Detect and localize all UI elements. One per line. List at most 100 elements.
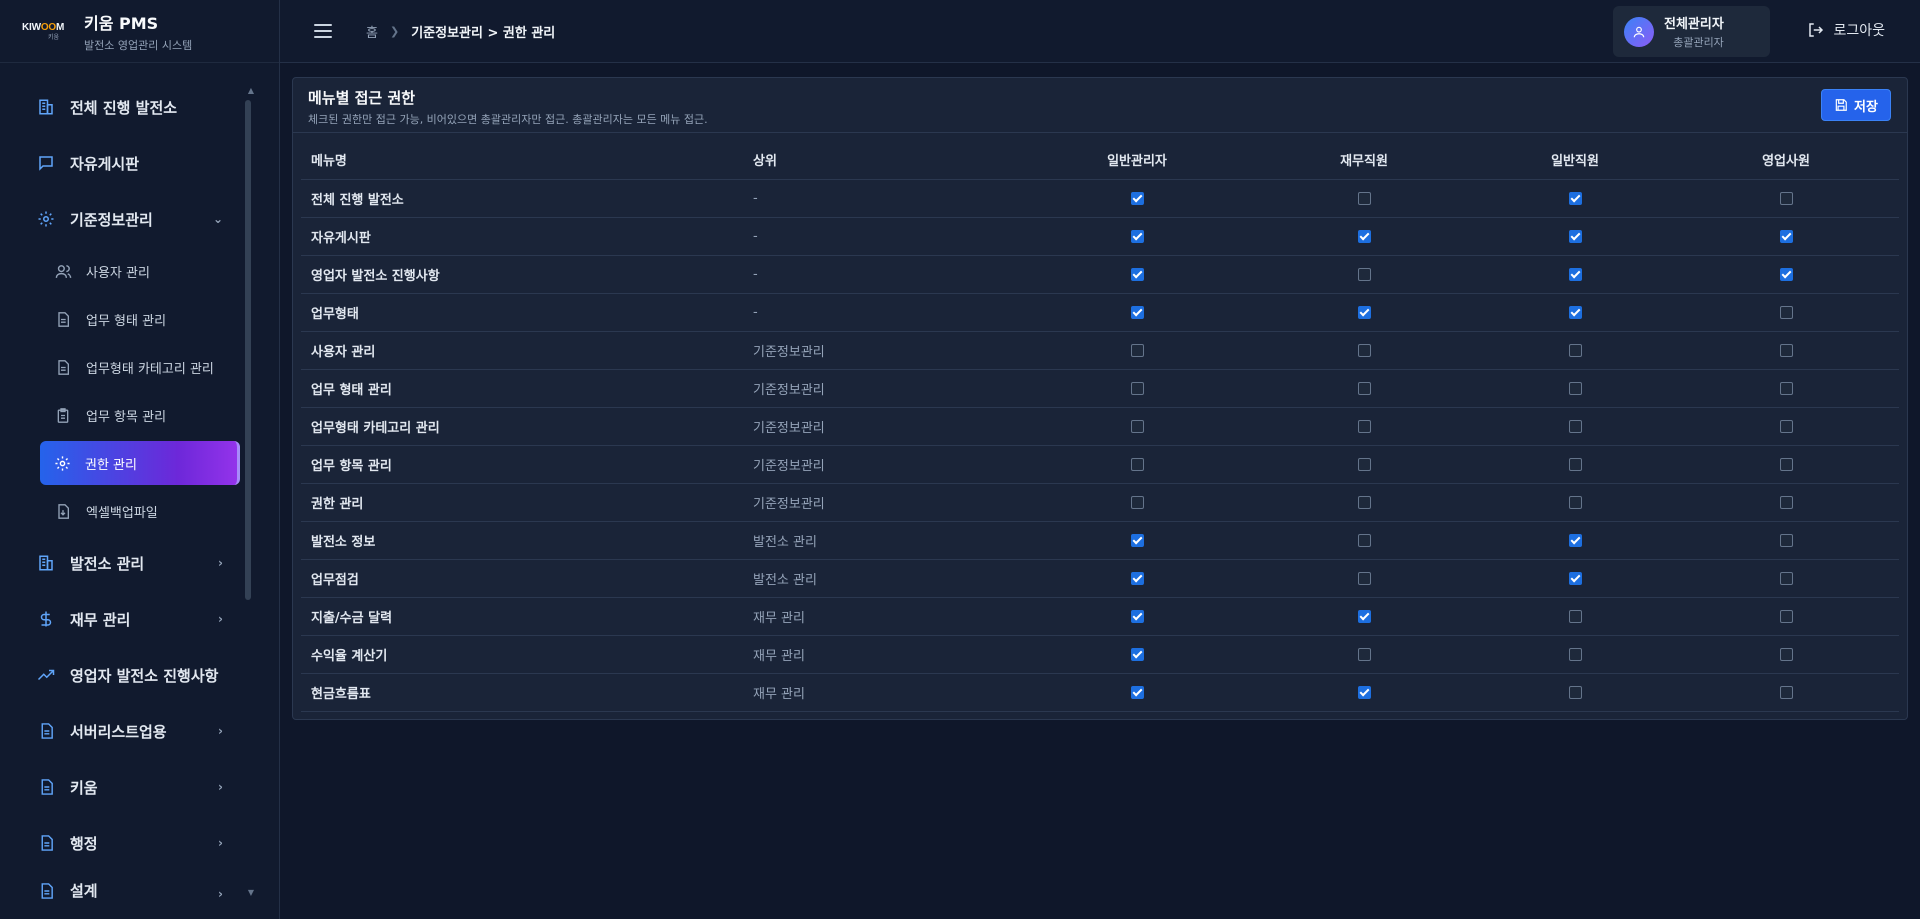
chat-icon	[36, 153, 56, 173]
permission-checkbox[interactable]	[1568, 495, 1582, 509]
permission-checkbox[interactable]	[1130, 647, 1144, 661]
sidebar-item-label: 행정	[70, 834, 98, 853]
permission-checkbox[interactable]	[1568, 419, 1582, 433]
permission-checkbox[interactable]	[1568, 609, 1582, 623]
permission-checkbox[interactable]	[1779, 457, 1793, 471]
permission-checkbox[interactable]	[1779, 305, 1793, 319]
sidebar-item-kiwoom[interactable]: 키움 ›	[0, 759, 245, 815]
permission-checkbox[interactable]	[1779, 609, 1793, 623]
sidebar-item-finance[interactable]: 재무 관리 ›	[0, 591, 245, 647]
breadcrumb-home[interactable]: 홈	[366, 22, 378, 41]
sidebar-subitem-work-items[interactable]: 업무 항목 관리	[0, 391, 245, 439]
sidebar-item-plant-mgmt[interactable]: 발전소 관리 ›	[0, 535, 245, 591]
sidebar-subitem-users[interactable]: 사용자 관리	[0, 247, 245, 295]
menu-toggle-icon[interactable]	[314, 24, 332, 38]
sidebar-scrollbar[interactable]	[245, 100, 251, 600]
sidebar-nav: 전체 진행 발전소 자유게시판 기준정보관리 ⌄ 사용자 관리 업무 형태 관리	[0, 79, 245, 901]
permission-checkbox[interactable]	[1130, 381, 1144, 395]
sidebar-item-server-list[interactable]: 서버리스트업용 ›	[0, 703, 245, 759]
parent-menu-cell: 재무 관리	[743, 635, 1023, 674]
sidebar-item-master-data[interactable]: 기준정보관리 ⌄	[0, 191, 245, 247]
permission-checkbox[interactable]	[1357, 381, 1371, 395]
permission-checkbox[interactable]	[1779, 419, 1793, 433]
save-icon	[1834, 98, 1848, 112]
permission-checkbox[interactable]	[1130, 229, 1144, 243]
scroll-up-arrow-icon[interactable]: ▲	[248, 86, 254, 95]
breadcrumb-current: 기준정보관리 > 권한 관리	[411, 25, 556, 41]
permission-checkbox[interactable]	[1130, 457, 1144, 471]
permission-checkbox[interactable]	[1130, 495, 1144, 509]
table-row: 업무형태 -	[301, 293, 1899, 332]
sidebar-subitem-excel-backup[interactable]: 엑셀백업파일	[0, 487, 245, 535]
permission-checkbox[interactable]	[1568, 533, 1582, 547]
permission-checkbox[interactable]	[1357, 305, 1371, 319]
permission-checkbox[interactable]	[1357, 191, 1371, 205]
sidebar-item-board[interactable]: 자유게시판	[0, 135, 245, 191]
brand[interactable]: KIWOOM 키움 키움 PMS 발전소 영업관리 시스템	[0, 0, 279, 63]
permission-checkbox[interactable]	[1130, 571, 1144, 585]
menu-name-cell: 영업자 발전소 진행사항	[301, 255, 743, 294]
permission-checkbox[interactable]	[1568, 267, 1582, 281]
sidebar-item-admin[interactable]: 행정 ›	[0, 815, 245, 871]
column-header-finance-staff: 재무직원	[1251, 141, 1477, 180]
permission-checkbox[interactable]	[1357, 229, 1371, 243]
permission-checkbox[interactable]	[1130, 267, 1144, 281]
permission-checkbox[interactable]	[1568, 229, 1582, 243]
permission-checkbox[interactable]	[1130, 343, 1144, 357]
sidebar-subitem-permissions[interactable]: 권한 관리	[40, 441, 240, 485]
permission-checkbox[interactable]	[1568, 647, 1582, 661]
permission-checkbox[interactable]	[1357, 533, 1371, 547]
permission-checkbox[interactable]	[1357, 647, 1371, 661]
avatar	[1624, 16, 1654, 47]
topbar: 홈 ❯ 기준정보관리 > 권한 관리 전체관리자 총괄관리자 로그아웃	[280, 0, 1920, 63]
permission-cell	[1673, 673, 1899, 712]
parent-menu-cell: 기준정보관리	[743, 407, 1023, 446]
permission-checkbox[interactable]	[1779, 343, 1793, 357]
permission-checkbox[interactable]	[1779, 685, 1793, 699]
permission-checkbox[interactable]	[1357, 495, 1371, 509]
permission-checkbox[interactable]	[1568, 305, 1582, 319]
permission-checkbox[interactable]	[1568, 571, 1582, 585]
permission-checkbox[interactable]	[1779, 495, 1793, 509]
permission-checkbox[interactable]	[1779, 381, 1793, 395]
sidebar-subitem-work-type[interactable]: 업무 형태 관리	[0, 295, 245, 343]
permission-checkbox[interactable]	[1357, 571, 1371, 585]
sidebar-subitem-work-category[interactable]: 업무형태 카테고리 관리	[0, 343, 245, 391]
permission-checkbox[interactable]	[1130, 533, 1144, 547]
permission-checkbox[interactable]	[1779, 191, 1793, 205]
permission-checkbox[interactable]	[1357, 267, 1371, 281]
user-profile[interactable]: 전체관리자 총괄관리자	[1613, 6, 1770, 57]
permission-checkbox[interactable]	[1779, 647, 1793, 661]
save-button[interactable]: 저장	[1821, 89, 1891, 121]
sidebar-item-design[interactable]: 설계 ›	[0, 871, 245, 901]
permission-checkbox[interactable]	[1568, 381, 1582, 395]
permission-checkbox[interactable]	[1357, 343, 1371, 357]
sidebar-item-sales-progress[interactable]: 영업자 발전소 진행사항	[0, 647, 245, 703]
logout-button[interactable]: 로그아웃	[1807, 20, 1885, 40]
permission-checkbox[interactable]	[1130, 685, 1144, 699]
permission-checkbox[interactable]	[1568, 457, 1582, 471]
user-name: 전체관리자	[1664, 17, 1724, 32]
permission-checkbox[interactable]	[1130, 305, 1144, 319]
permission-checkbox[interactable]	[1779, 533, 1793, 547]
permission-checkbox[interactable]	[1130, 419, 1144, 433]
permission-cell	[1251, 635, 1477, 674]
sidebar-item-all-plants[interactable]: 전체 진행 발전소	[0, 79, 245, 135]
permission-checkbox[interactable]	[1357, 609, 1371, 623]
permission-checkbox[interactable]	[1130, 191, 1144, 205]
permission-checkbox[interactable]	[1357, 685, 1371, 699]
permission-checkbox[interactable]	[1568, 685, 1582, 699]
main-content: 홈 ❯ 기준정보관리 > 권한 관리 전체관리자 총괄관리자 로그아웃 메뉴별	[280, 0, 1920, 919]
permission-checkbox[interactable]	[1357, 457, 1371, 471]
scroll-down-arrow-icon[interactable]: ▼	[248, 888, 254, 897]
permission-checkbox[interactable]	[1357, 419, 1371, 433]
permission-checkbox[interactable]	[1779, 267, 1793, 281]
permission-checkbox[interactable]	[1779, 571, 1793, 585]
permission-checkbox[interactable]	[1568, 191, 1582, 205]
permission-checkbox[interactable]	[1779, 229, 1793, 243]
chevron-down-icon: ⌄	[212, 212, 223, 226]
menu-name-cell: 업무 형태 관리	[301, 369, 743, 408]
dollar-icon	[36, 609, 56, 629]
permission-checkbox[interactable]	[1568, 343, 1582, 357]
permission-checkbox[interactable]	[1130, 609, 1144, 623]
